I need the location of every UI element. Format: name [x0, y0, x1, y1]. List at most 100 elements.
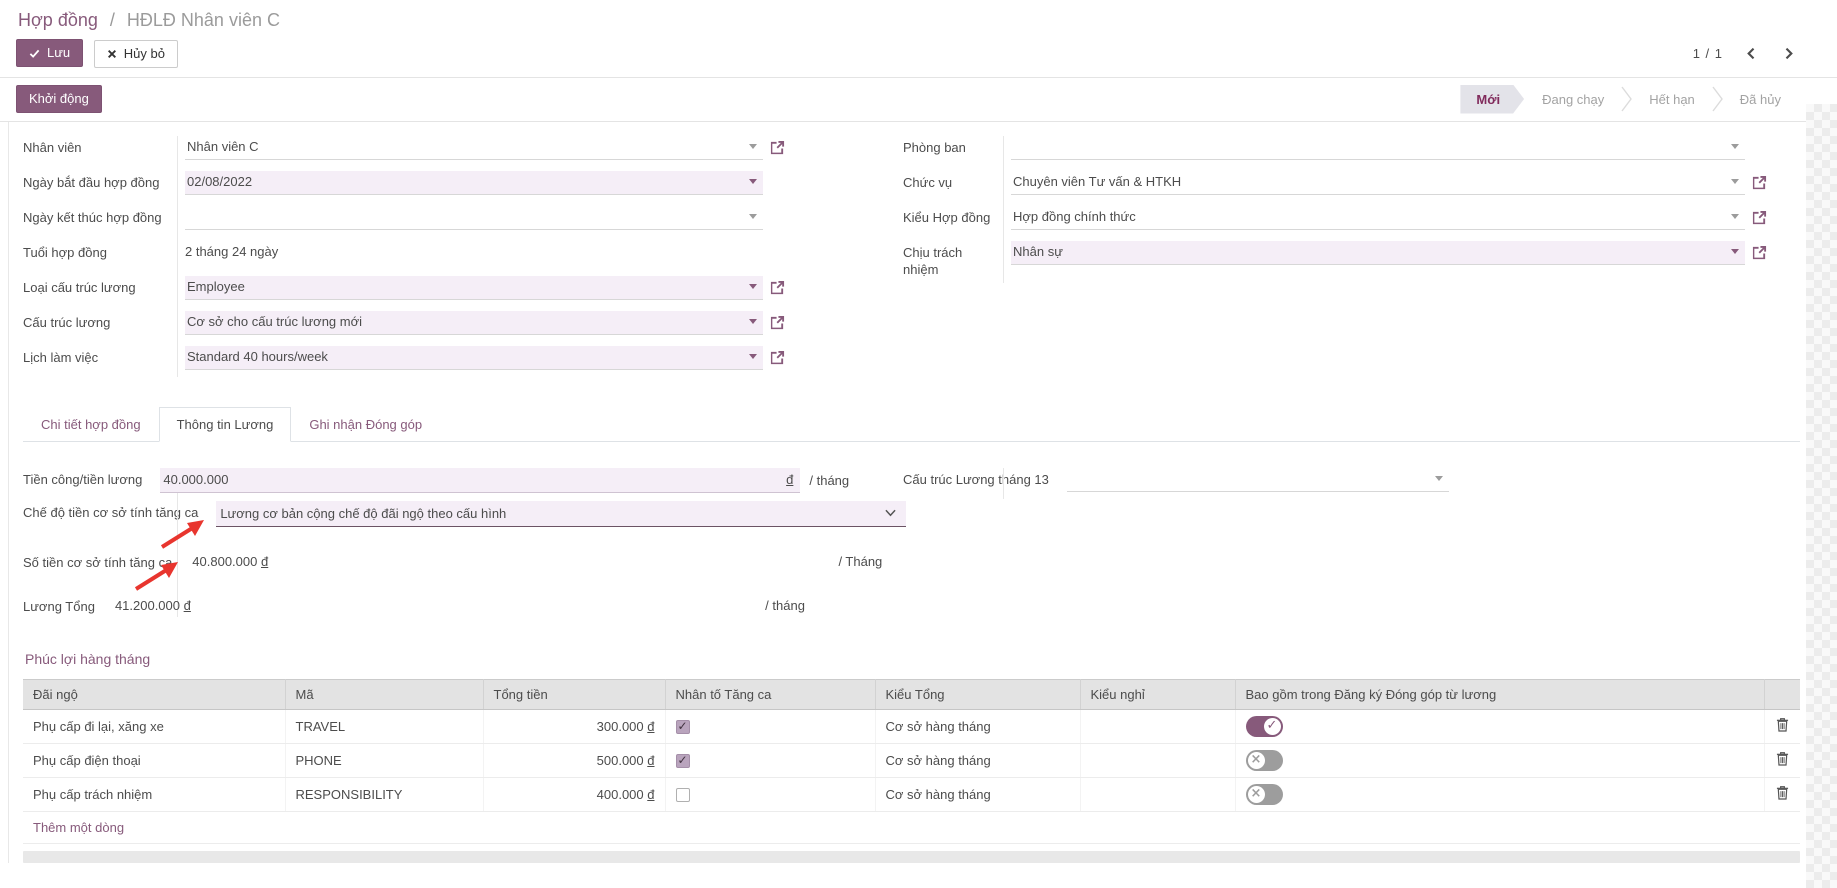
- benefit-leave-type-cell[interactable]: [1080, 743, 1235, 777]
- chevron-down-icon[interactable]: [749, 214, 757, 219]
- open-record-button[interactable]: [770, 315, 785, 330]
- chevron-down-icon[interactable]: [1731, 179, 1739, 184]
- status-step-het-han[interactable]: Hết hạn: [1635, 86, 1709, 113]
- pager-previous-button[interactable]: [1743, 45, 1760, 62]
- horizontal-scrollbar[interactable]: [23, 851, 1800, 863]
- benefit-name-cell[interactable]: Phụ cấp đi lại, xăng xe: [23, 709, 285, 743]
- discard-button-label: Hủy bỏ: [124, 46, 165, 62]
- benefits-col-ma: Mã: [285, 679, 483, 709]
- benefits-col-tong-tien: Tổng tiền: [483, 679, 665, 709]
- benefit-overtime-factor-cell: [665, 777, 875, 811]
- pager-next-button[interactable]: [1780, 45, 1797, 62]
- salary-tab-content: Tiền công/tiền lương đ / tháng Chế độ ti…: [23, 442, 1837, 863]
- chevron-down-icon[interactable]: [1731, 144, 1739, 149]
- status-step-da-huy[interactable]: Đã hủy: [1726, 86, 1795, 113]
- benefit-amount-cell[interactable]: 300.000 đ: [483, 709, 665, 743]
- chevron-down-icon[interactable]: [1435, 476, 1443, 481]
- breadcrumb-parent-link[interactable]: Hợp đồng: [18, 10, 98, 30]
- form-sheet: Nhân viên Nhân viên C: [8, 122, 1837, 863]
- benefit-leave-type-cell[interactable]: [1080, 709, 1235, 743]
- benefit-total-type-cell[interactable]: Cơ sở hàng tháng: [875, 709, 1080, 743]
- field-label: Kiểu Hợp đồng: [903, 206, 1003, 226]
- chevron-down-icon[interactable]: [749, 284, 757, 289]
- contract-type-value[interactable]: Hợp đồng chính thức: [1013, 209, 1725, 225]
- overtime-factor-checkbox[interactable]: [676, 720, 690, 734]
- contract-type-field[interactable]: Hợp đồng chính thức: [1011, 206, 1745, 230]
- benefits-col-kieu-tong: Kiểu Tổng: [875, 679, 1080, 709]
- save-button[interactable]: Lưu: [16, 39, 83, 67]
- open-record-button[interactable]: [1752, 175, 1767, 190]
- open-record-button[interactable]: [1752, 245, 1767, 260]
- start-contract-button[interactable]: Khởi động: [16, 85, 102, 113]
- department-value[interactable]: [1013, 139, 1725, 155]
- chevron-down-icon[interactable]: [1731, 214, 1739, 219]
- contract-age-value: 2 tháng 24 ngày: [185, 241, 278, 259]
- delete-row-button[interactable]: [1776, 785, 1789, 800]
- tab-ghi-nhan-dong-gop[interactable]: Ghi nhận Đóng góp: [291, 407, 440, 442]
- contract-end-date-value[interactable]: [187, 209, 743, 225]
- employee-value[interactable]: Nhân viên C: [187, 139, 743, 155]
- status-step-dang-chay[interactable]: Đang chạy: [1528, 86, 1618, 113]
- benefit-total-type-cell[interactable]: Cơ sở hàng tháng: [875, 777, 1080, 811]
- chevron-down-icon[interactable]: [749, 354, 757, 359]
- benefit-code-cell[interactable]: TRAVEL: [285, 709, 483, 743]
- benefit-name-cell[interactable]: Phụ cấp trách nhiệm: [23, 777, 285, 811]
- add-row-link[interactable]: Thêm một dòng: [33, 820, 124, 835]
- open-record-button[interactable]: [770, 140, 785, 155]
- benefit-included-cell: [1235, 777, 1764, 811]
- tab-thong-tin-luong[interactable]: Thông tin Lương: [159, 407, 292, 442]
- job-position-value[interactable]: Chuyên viên Tư vấn & HTKH: [1013, 174, 1725, 190]
- field-label: Phòng ban: [903, 136, 1003, 156]
- benefit-code-cell[interactable]: PHONE: [285, 743, 483, 777]
- department-field[interactable]: [1011, 136, 1745, 160]
- thirteenth-salary-structure-value[interactable]: [1069, 471, 1429, 487]
- benefit-code-cell[interactable]: RESPONSIBILITY: [285, 777, 483, 811]
- benefit-leave-type-cell[interactable]: [1080, 777, 1235, 811]
- contract-start-date-field[interactable]: 02/08/2022: [185, 171, 763, 195]
- tab-chi-tiet-hop-dong[interactable]: Chi tiết hợp đồng: [23, 407, 159, 442]
- chevron-down-icon[interactable]: [749, 144, 757, 149]
- benefit-amount-cell[interactable]: 400.000 đ: [483, 777, 665, 811]
- employee-field[interactable]: Nhân viên C: [185, 136, 763, 160]
- field-row-contract-type: Kiểu Hợp đồng Hợp đồng chính thức: [903, 206, 1767, 232]
- status-step-label: Hết hạn: [1649, 92, 1695, 107]
- open-record-button[interactable]: [770, 350, 785, 365]
- working-schedule-field[interactable]: Standard 40 hours/week: [185, 346, 763, 370]
- delete-row-button[interactable]: [1776, 751, 1789, 766]
- contract-start-date-value[interactable]: 02/08/2022: [187, 174, 743, 190]
- chevron-down-icon[interactable]: [1731, 249, 1739, 254]
- included-in-contribution-toggle[interactable]: [1246, 784, 1283, 805]
- benefit-name-cell[interactable]: Phụ cấp điện thoại: [23, 743, 285, 777]
- field-row-department: Phòng ban: [903, 136, 1767, 162]
- job-position-field[interactable]: Chuyên viên Tư vấn & HTKH: [1011, 171, 1745, 195]
- discard-button[interactable]: Hủy bỏ: [94, 40, 178, 68]
- total-salary-period-label: / tháng: [765, 598, 805, 613]
- salary-structure-field[interactable]: Cơ sở cho cấu trúc lương mới: [185, 311, 763, 335]
- status-step-moi[interactable]: Mới: [1460, 85, 1524, 114]
- open-record-button[interactable]: [1752, 210, 1767, 225]
- open-record-button[interactable]: [770, 280, 785, 295]
- vertical-scrollbar-track[interactable]: [1806, 104, 1837, 888]
- overtime-factor-checkbox[interactable]: [676, 788, 690, 802]
- field-label: Loại cấu trúc lương: [23, 276, 177, 296]
- hr-responsible-field[interactable]: Nhân sự: [1011, 241, 1745, 265]
- chevron-down-icon[interactable]: [749, 179, 757, 184]
- included-in-contribution-toggle[interactable]: [1246, 716, 1283, 737]
- working-schedule-value[interactable]: Standard 40 hours/week: [187, 349, 743, 365]
- salary-structure-value[interactable]: Cơ sở cho cấu trúc lương mới: [187, 314, 743, 330]
- hr-responsible-value[interactable]: Nhân sự: [1013, 244, 1725, 260]
- wage-input[interactable]: [163, 472, 786, 487]
- delete-row-button[interactable]: [1776, 717, 1789, 732]
- benefit-total-type-cell[interactable]: Cơ sở hàng tháng: [875, 743, 1080, 777]
- included-in-contribution-toggle[interactable]: [1246, 750, 1283, 771]
- benefits-table: Đãi ngộ Mã Tổng tiền Nhân tố Tăng ca Kiể…: [23, 679, 1800, 812]
- overtime-base-mode-select[interactable]: Lương cơ bản cộng chế độ đãi ngộ theo cấ…: [216, 501, 906, 527]
- overtime-factor-checkbox[interactable]: [676, 754, 690, 768]
- salary-structure-type-value[interactable]: Employee: [187, 279, 743, 295]
- chevron-down-icon[interactable]: [749, 319, 757, 324]
- contract-end-date-field[interactable]: [185, 206, 763, 230]
- currency-symbol: đ: [184, 598, 191, 613]
- thirteenth-salary-structure-field[interactable]: [1067, 468, 1449, 492]
- benefit-amount-cell[interactable]: 500.000 đ: [483, 743, 665, 777]
- salary-structure-type-field[interactable]: Employee: [185, 276, 763, 300]
